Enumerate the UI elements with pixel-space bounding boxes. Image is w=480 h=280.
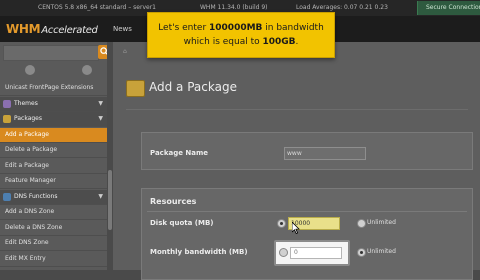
chevron-down-icon: ▼ — [98, 192, 103, 200]
disk-quota-unlimited-radio[interactable] — [357, 219, 366, 228]
chevron-down-icon: ▼ — [98, 115, 103, 122]
sidebar-item-label: Edit DNS Zone — [5, 239, 49, 246]
sidebar-item-label: Unicast FrontPage Extensions — [5, 84, 94, 91]
bandwidth-custom-radio[interactable] — [279, 248, 288, 257]
tutorial-callout: Let's enter 100000MB in bandwidth which … — [147, 12, 335, 58]
resources-divider — [147, 211, 467, 212]
package-icon — [126, 80, 145, 97]
sidebar-item[interactable]: Edit DNS Zone — [0, 236, 107, 251]
monthly-bandwidth-label: Monthly bandwidth (MB) — [150, 248, 248, 256]
sidebar-item[interactable]: Add a Package — [0, 127, 107, 143]
sidebar-item-label: DNS Functions — [14, 192, 58, 200]
section-icon — [3, 192, 11, 201]
sidebar-item[interactable]: Edit MX Entry — [0, 252, 107, 267]
sidebar-item[interactable]: Delete a Package — [0, 143, 107, 158]
sidebar-search-input[interactable] — [3, 45, 99, 61]
sidebar-item[interactable]: Unicast FrontPage Extensions — [0, 81, 107, 96]
resources-panel: Resources Disk quota (MB) 10000 Unlimite… — [141, 188, 473, 280]
bandwidth-input[interactable]: 0 — [290, 247, 342, 259]
package-name-input[interactable]: www — [284, 147, 366, 160]
mouse-cursor-icon — [292, 222, 300, 234]
sidebar: Unicast FrontPage Extensions ▼ Themes ▼ Pack… — [0, 42, 113, 270]
sidebar-item-label: Add a Package — [5, 130, 49, 138]
bandwidth-unlimited-radio[interactable] — [357, 248, 366, 257]
callout-line-2: which is equal to 100GB. — [183, 37, 299, 47]
sidebar-item-label: Themes — [14, 99, 38, 107]
bandwidth-value: 0 — [294, 249, 298, 256]
page-title: Add a Package — [149, 80, 237, 94]
callout-line-1: Let's enter 100000MB in bandwidth — [158, 23, 324, 33]
chevron-down-icon: ▼ — [98, 99, 103, 107]
sidebar-item[interactable]: Edit a Package — [0, 159, 107, 174]
package-name-value: www — [287, 150, 302, 157]
package-name-panel: Package Name www — [141, 132, 473, 170]
sidebar-toggle-controls — [0, 63, 113, 77]
sidebar-item[interactable]: Feature Manager — [0, 174, 107, 189]
section-icon — [3, 99, 11, 108]
disk-quota-custom-radio[interactable] — [277, 219, 286, 228]
divider — [126, 109, 468, 110]
secure-connection-label: Secure Connection — [426, 4, 480, 11]
sidebar-item[interactable]: Delete a DNS Zone — [0, 221, 107, 236]
bandwidth-spotlight: 0 — [274, 240, 350, 266]
sidebar-scrollbar-thumb[interactable] — [108, 170, 112, 230]
breadcrumb-home-icon[interactable]: ⌂ — [123, 48, 127, 55]
secure-connection-badge: Secure Connection — [417, 1, 480, 15]
sidebar-item-label: Add a DNS Zone — [5, 208, 55, 215]
sidebar-item-label: Packages — [14, 115, 42, 122]
sidebar-item-label: Edit MX Entry — [5, 254, 46, 262]
expand-all-icon[interactable] — [82, 65, 92, 75]
sidebar-item[interactable]: Add a DNS Zone — [0, 205, 107, 220]
sidebar-item-label: Edit a Package — [5, 161, 49, 169]
main-content: ⌂ Add a Package Package Name www Resourc… — [113, 42, 480, 280]
resources-title: Resources — [150, 197, 197, 206]
nav-news-link[interactable]: News — [113, 24, 132, 34]
whm-logo[interactable]: WHMAccelerated — [6, 21, 98, 39]
collapse-all-icon[interactable] — [25, 65, 35, 75]
server-info: CENTOS 5.8 x86_64 standard – server1 — [38, 4, 156, 11]
sidebar-item-label: Delete a DNS Zone — [5, 223, 63, 231]
sidebar-section-header[interactable]: ▼ Packages — [0, 112, 107, 127]
disk-quota-label: Disk quota (MB) — [150, 219, 214, 227]
sidebar-item-label: Delete a Package — [5, 146, 58, 153]
section-icon — [3, 115, 11, 123]
sidebar-section-header[interactable]: ▼ DNS Functions — [0, 189, 107, 205]
bandwidth-unlimited-label: Unlimited — [367, 248, 396, 255]
disk-quota-unlimited-label: Unlimited — [367, 219, 396, 226]
package-name-label: Package Name — [150, 149, 209, 157]
sidebar-item-label: Feature Manager — [5, 177, 56, 184]
sidebar-section-header[interactable]: ▼ Themes — [0, 96, 107, 112]
